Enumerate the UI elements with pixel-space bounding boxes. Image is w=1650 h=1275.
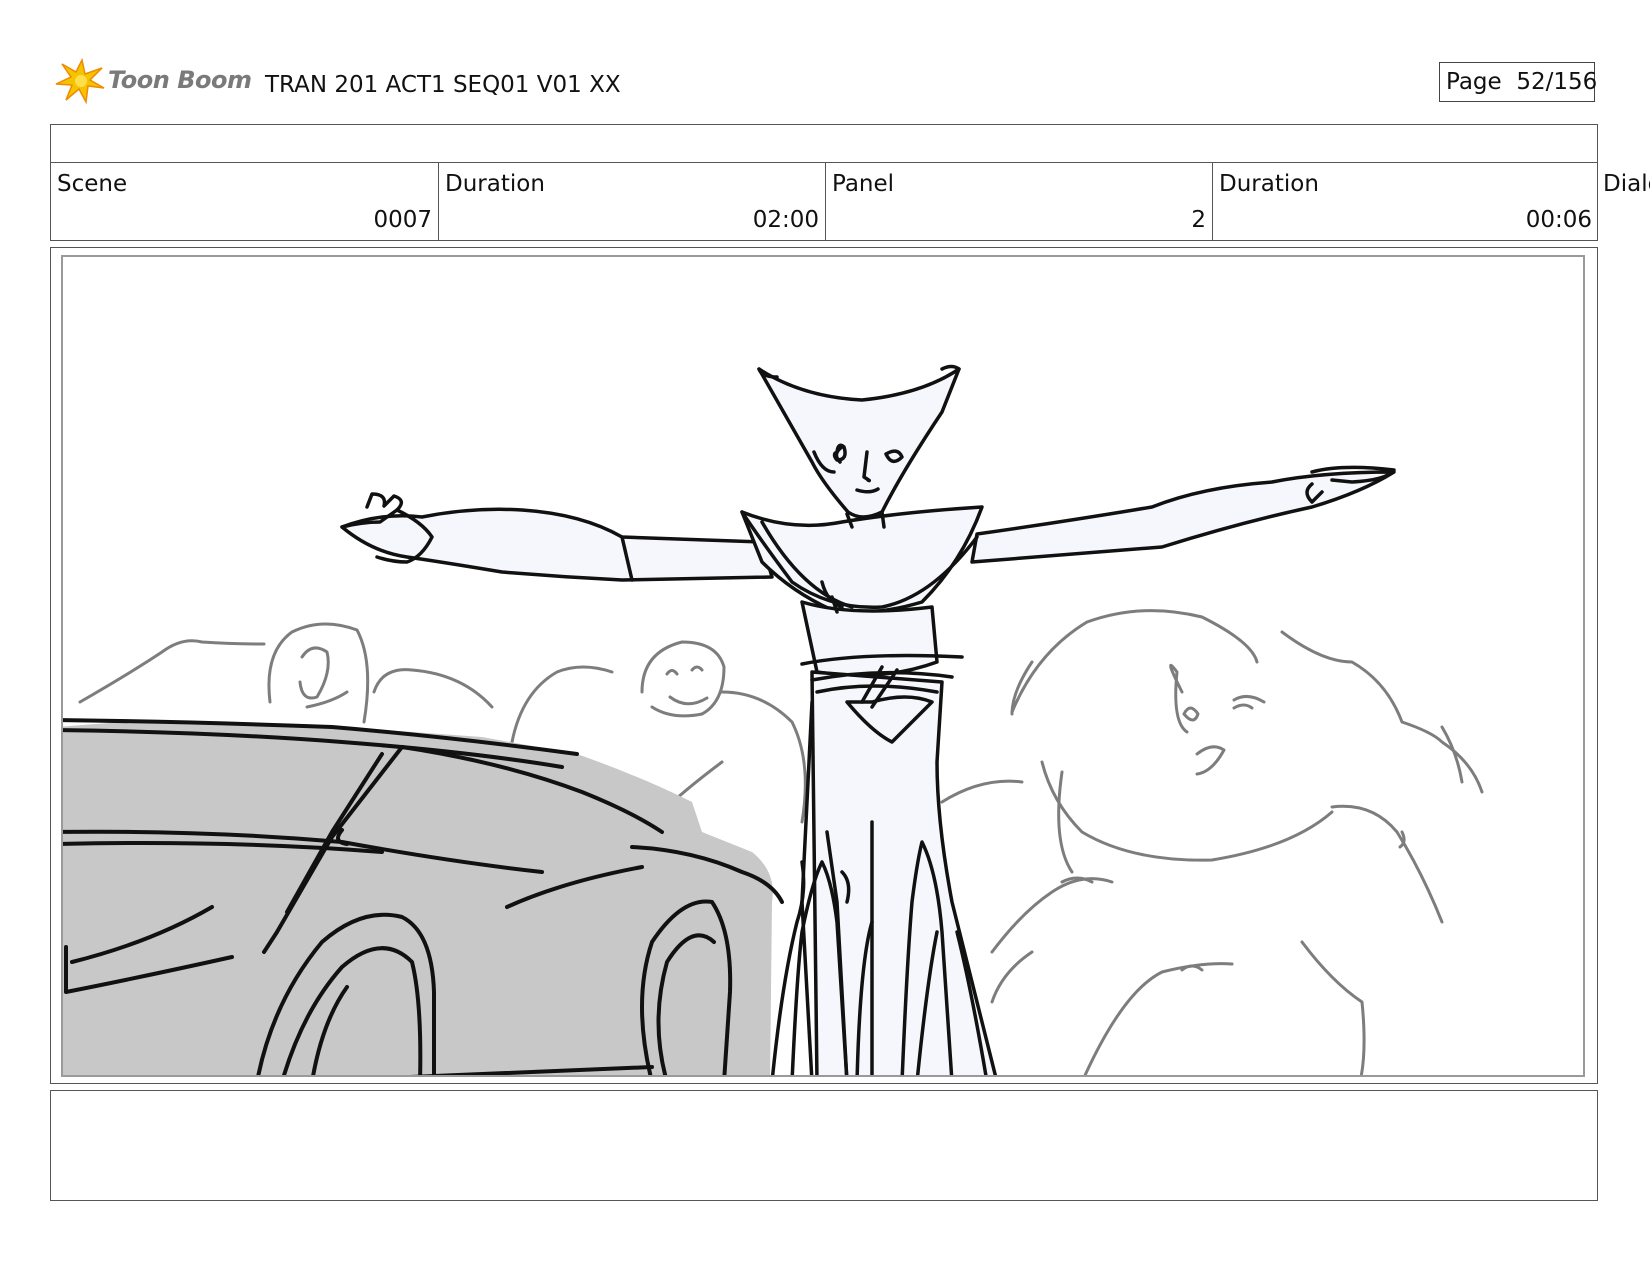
storyboard-panel-image	[61, 255, 1585, 1077]
panel-duration-value: 00:06	[1525, 207, 1592, 233]
page-header: Toon Boom TRAN 201 ACT1 SEQ01 V01 XX Pag…	[52, 56, 1602, 106]
scene-duration-label: Duration	[445, 171, 545, 197]
toon-boom-logo: Toon Boom	[52, 56, 257, 106]
page-number: 52/156	[1516, 69, 1598, 95]
scene-duration-cell: Duration 02:00	[438, 163, 825, 240]
action-notes-box	[50, 1090, 1598, 1201]
scene-value: 0007	[373, 207, 432, 233]
logo-text: Toon Boom	[108, 66, 252, 94]
scene-label: Scene	[57, 171, 128, 197]
scene-cell: Scene 0007	[51, 163, 438, 240]
panel-value: 2	[1191, 207, 1206, 233]
page-label: Page	[1446, 69, 1502, 95]
toon-boom-star-icon	[55, 57, 105, 105]
panel-duration-cell: Duration 00:06	[1212, 163, 1598, 240]
page-indicator: Page 52/156	[1439, 62, 1598, 102]
storyboard-sketch	[63, 364, 1484, 1075]
panel-duration-label: Duration	[1219, 171, 1319, 197]
panel-cell: Panel 2	[825, 163, 1212, 240]
dialog-label: Dialo	[1603, 171, 1650, 197]
panel-label: Panel	[832, 171, 895, 197]
scene-duration-value: 02:00	[752, 207, 819, 233]
document-title: TRAN 201 ACT1 SEQ01 V01 XX	[265, 72, 621, 98]
sequence-title-row	[50, 124, 1598, 163]
scene-info-row: Scene 0007 Duration 02:00 Panel 2 Durati…	[50, 163, 1598, 241]
